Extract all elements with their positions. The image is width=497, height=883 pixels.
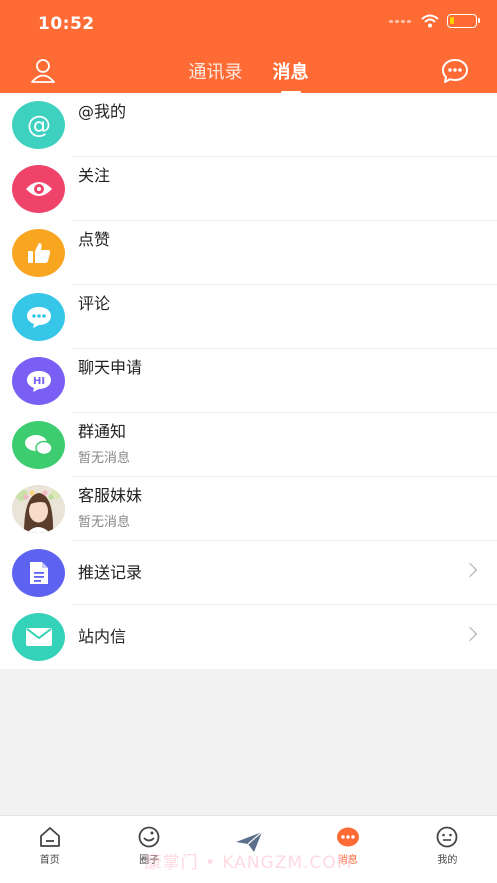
- svg-text:HI: HI: [32, 376, 44, 387]
- list-item-chat-requests[interactable]: HI 聊天申请: [0, 349, 497, 413]
- message-icon: [336, 827, 359, 847]
- push-avatar: [12, 549, 65, 597]
- list-item-inbox[interactable]: 站内信: [0, 605, 497, 669]
- comment-avatar: [12, 293, 65, 341]
- eye-icon: [25, 182, 52, 196]
- tab-contacts[interactable]: 通讯录: [189, 58, 243, 88]
- circle-icon: [138, 826, 160, 848]
- hi-bubble-icon: HI: [26, 371, 51, 392]
- list-item-subtitle: 暂无消息: [78, 515, 131, 530]
- tabbar-label: 我的: [437, 855, 458, 866]
- wifi-icon: [421, 14, 439, 28]
- list-item-comments[interactable]: 评论: [0, 285, 497, 349]
- tabbar-label: 圈子: [139, 855, 160, 866]
- chat-request-avatar: HI: [12, 357, 65, 405]
- list-item-subtitle: 暂无消息: [78, 451, 131, 466]
- at-icon: @: [27, 111, 51, 139]
- list-item-title: 客服妹妹: [78, 486, 143, 505]
- header-tabs: 通讯录 消息: [0, 58, 497, 88]
- list-item-title: @我的: [78, 102, 127, 121]
- tabbar-publish[interactable]: [199, 816, 298, 883]
- list-item-group-notice[interactable]: 群通知 暂无消息: [0, 413, 497, 477]
- tabbar-home[interactable]: 首页: [0, 816, 99, 883]
- bottom-tab-bar: 首页 圈子 消息 我的 康掌门 • KANGZM.COM: [0, 815, 497, 883]
- signal-icon: [389, 19, 411, 23]
- follow-avatar: [12, 165, 65, 213]
- paper-plane-icon: [235, 831, 262, 852]
- list-item-follows[interactable]: 关注: [0, 157, 497, 221]
- battery-icon: [447, 14, 480, 28]
- list-item-customer-service[interactable]: 客服妹妹 暂无消息: [0, 477, 497, 541]
- tabbar-circle[interactable]: 圈子: [99, 816, 198, 883]
- support-avatar-image: [12, 485, 65, 533]
- tab-messages[interactable]: 消息: [273, 58, 309, 88]
- new-chat-button[interactable]: [441, 58, 469, 88]
- profile-icon: [436, 826, 458, 848]
- list-item-title: 点赞: [78, 230, 111, 249]
- list-item-title: 推送记录: [78, 563, 143, 582]
- thumbs-up-icon: [27, 243, 50, 263]
- chevron-right-icon: [462, 626, 478, 642]
- inbox-avatar: [12, 613, 65, 661]
- mention-avatar: @: [12, 101, 65, 149]
- list-item-title: 聊天申请: [78, 358, 143, 377]
- list-item-title: 站内信: [78, 627, 127, 646]
- like-avatar: [12, 229, 65, 277]
- list-item-likes[interactable]: 点赞: [0, 221, 497, 285]
- chevron-right-icon: [462, 562, 478, 578]
- envelope-icon: [25, 628, 52, 646]
- group-avatar: [12, 421, 65, 469]
- list-item-mentions[interactable]: @ @我的: [0, 93, 497, 157]
- svg-text:@: @: [27, 111, 51, 139]
- comment-bubble-icon: [26, 307, 51, 328]
- tabbar-messages[interactable]: 消息: [298, 816, 397, 883]
- tabbar-label: 消息: [337, 855, 358, 866]
- group-chat-icon: [24, 435, 53, 456]
- chat-bubble-icon: [442, 59, 468, 83]
- message-list: @ @我的 关注 点赞 评论 HI 聊天申请 群通知 暂无消息 客服妹妹 暂无消…: [0, 93, 497, 669]
- tabbar-label: 首页: [39, 855, 60, 866]
- top-header: 10:52 通讯录 消息: [0, 0, 497, 93]
- list-item-title: 评论: [78, 294, 111, 313]
- home-icon: [39, 827, 60, 847]
- status-icons: [389, 14, 480, 28]
- document-icon: [29, 562, 48, 584]
- tabbar-profile[interactable]: 我的: [398, 816, 497, 883]
- list-item-title: 群通知: [78, 422, 127, 441]
- status-time: 10:52: [38, 14, 95, 34]
- list-item-title: 关注: [78, 166, 111, 185]
- list-item-push-records[interactable]: 推送记录: [0, 541, 497, 605]
- support-avatar: [12, 485, 65, 533]
